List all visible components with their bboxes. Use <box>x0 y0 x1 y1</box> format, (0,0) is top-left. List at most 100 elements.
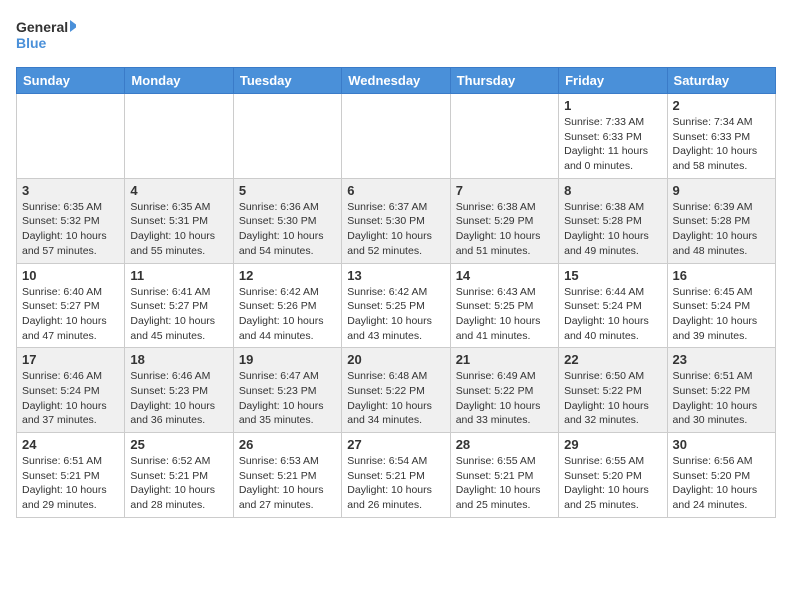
weekday-header-saturday: Saturday <box>667 68 775 94</box>
day-number: 21 <box>456 352 553 367</box>
day-number: 10 <box>22 268 119 283</box>
day-number: 6 <box>347 183 444 198</box>
day-number: 28 <box>456 437 553 452</box>
calendar-cell: 16Sunrise: 6:45 AM Sunset: 5:24 PM Dayli… <box>667 263 775 348</box>
day-info: Sunrise: 6:54 AM Sunset: 5:21 PM Dayligh… <box>347 454 444 513</box>
calendar-cell <box>450 94 558 179</box>
day-number: 1 <box>564 98 661 113</box>
calendar-cell: 15 Sunrise: 6:44 AM Sunset: 5:24 PM Dayli… <box>559 263 667 348</box>
calendar-cell <box>342 94 450 179</box>
weekday-header-tuesday: Tuesday <box>233 68 341 94</box>
calendar-cell: 3Sunrise: 6:35 AM Sunset: 5:32 PM Daylig… <box>17 178 125 263</box>
day-info: Sunrise: 6:40 AM Sunset: 5:27 PM Dayligh… <box>22 285 119 344</box>
day-number: 4 <box>130 183 227 198</box>
day-info: Sunrise: 6:42 AM Sunset: 5:25 PM Dayligh… <box>347 285 444 344</box>
day-number: 20 <box>347 352 444 367</box>
svg-text:Blue: Blue <box>16 35 47 51</box>
calendar-cell <box>125 94 233 179</box>
day-info: Sunrise: 6:46 AM Sunset: 5:24 PM Dayligh… <box>22 369 119 428</box>
day-number: 14 <box>456 268 553 283</box>
calendar-cell: 9Sunrise: 6:39 AM Sunset: 5:28 PM Daylig… <box>667 178 775 263</box>
day-number: 18 <box>130 352 227 367</box>
day-number: 24 <box>22 437 119 452</box>
calendar-cell: 5Sunrise: 6:36 AM Sunset: 5:30 PM Daylig… <box>233 178 341 263</box>
day-number: 30 <box>673 437 770 452</box>
day-info: Sunrise: 6:50 AM Sunset: 5:22 PM Dayligh… <box>564 369 661 428</box>
calendar-cell: 12 Sunrise: 6:42 AM Sunset: 5:26 PM Dayli… <box>233 263 341 348</box>
calendar-week-row: 24Sunrise: 6:51 AM Sunset: 5:21 PM Dayli… <box>17 433 776 518</box>
weekday-header-friday: Friday <box>559 68 667 94</box>
day-info: Sunrise: 6:35 AM Sunset: 5:31 PM Dayligh… <box>130 200 227 259</box>
day-number: 29 <box>564 437 661 452</box>
calendar-cell: 8 Sunrise: 6:38 AM Sunset: 5:28 PM Daylig… <box>559 178 667 263</box>
calendar-cell: 26 Sunrise: 6:53 AM Sunset: 5:21 PM Dayli… <box>233 433 341 518</box>
calendar-cell: 14 Sunrise: 6:43 AM Sunset: 5:25 PM Dayli… <box>450 263 558 348</box>
day-number: 22 <box>564 352 661 367</box>
calendar-week-row: 3Sunrise: 6:35 AM Sunset: 5:32 PM Daylig… <box>17 178 776 263</box>
calendar-week-row: 1 Sunrise: 7:33 AM Sunset: 6:33 PM Daylig… <box>17 94 776 179</box>
day-info: Sunrise: 6:43 AM Sunset: 5:25 PM Dayligh… <box>456 285 553 344</box>
day-info: Sunrise: 6:55 AM Sunset: 5:21 PM Dayligh… <box>456 454 553 513</box>
day-info: Sunrise: 6:53 AM Sunset: 5:21 PM Dayligh… <box>239 454 336 513</box>
day-number: 9 <box>673 183 770 198</box>
calendar-table: SundayMondayTuesdayWednesdayThursdayFrid… <box>16 67 776 518</box>
calendar-cell: 22 Sunrise: 6:50 AM Sunset: 5:22 PM Dayli… <box>559 348 667 433</box>
day-info: Sunrise: 6:46 AM Sunset: 5:23 PM Dayligh… <box>130 369 227 428</box>
calendar-cell: 18 Sunrise: 6:46 AM Sunset: 5:23 PM Dayli… <box>125 348 233 433</box>
day-number: 13 <box>347 268 444 283</box>
calendar-cell: 7Sunrise: 6:38 AM Sunset: 5:29 PM Daylig… <box>450 178 558 263</box>
day-info: Sunrise: 6:48 AM Sunset: 5:22 PM Dayligh… <box>347 369 444 428</box>
calendar-cell: 23 Sunrise: 6:51 AM Sunset: 5:22 PM Dayli… <box>667 348 775 433</box>
day-number: 26 <box>239 437 336 452</box>
calendar-cell: 19 Sunrise: 6:47 AM Sunset: 5:23 PM Dayli… <box>233 348 341 433</box>
calendar-cell: 6Sunrise: 6:37 AM Sunset: 5:30 PM Daylig… <box>342 178 450 263</box>
logo-svg: General Blue <box>16 16 76 57</box>
day-info: Sunrise: 6:41 AM Sunset: 5:27 PM Dayligh… <box>130 285 227 344</box>
calendar-cell <box>17 94 125 179</box>
day-number: 8 <box>564 183 661 198</box>
calendar-header-row: SundayMondayTuesdayWednesdayThursdayFrid… <box>17 68 776 94</box>
calendar-cell: 29Sunrise: 6:55 AM Sunset: 5:20 PM Dayli… <box>559 433 667 518</box>
day-info: Sunrise: 6:45 AM Sunset: 5:24 PM Dayligh… <box>673 285 770 344</box>
day-info: Sunrise: 6:56 AM Sunset: 5:20 PM Dayligh… <box>673 454 770 513</box>
day-number: 12 <box>239 268 336 283</box>
day-info: Sunrise: 6:38 AM Sunset: 5:28 PM Dayligh… <box>564 200 661 259</box>
calendar-cell: 13 Sunrise: 6:42 AM Sunset: 5:25 PM Dayli… <box>342 263 450 348</box>
day-info: Sunrise: 6:38 AM Sunset: 5:29 PM Dayligh… <box>456 200 553 259</box>
page-header: General Blue <box>16 16 776 57</box>
weekday-header-wednesday: Wednesday <box>342 68 450 94</box>
logo: General Blue <box>16 16 76 57</box>
calendar-cell: 10 Sunrise: 6:40 AM Sunset: 5:27 PM Dayli… <box>17 263 125 348</box>
day-number: 17 <box>22 352 119 367</box>
day-number: 11 <box>130 268 227 283</box>
day-info: Sunrise: 6:44 AM Sunset: 5:24 PM Dayligh… <box>564 285 661 344</box>
calendar-cell: 1 Sunrise: 7:33 AM Sunset: 6:33 PM Daylig… <box>559 94 667 179</box>
weekday-header-thursday: Thursday <box>450 68 558 94</box>
calendar-cell: 30 Sunrise: 6:56 AM Sunset: 5:20 PM Dayli… <box>667 433 775 518</box>
weekday-header-monday: Monday <box>125 68 233 94</box>
weekday-header-sunday: Sunday <box>17 68 125 94</box>
day-info: Sunrise: 7:33 AM Sunset: 6:33 PM Dayligh… <box>564 115 661 174</box>
day-number: 27 <box>347 437 444 452</box>
calendar-cell: 2Sunrise: 7:34 AM Sunset: 6:33 PM Daylig… <box>667 94 775 179</box>
calendar-week-row: 10 Sunrise: 6:40 AM Sunset: 5:27 PM Dayli… <box>17 263 776 348</box>
calendar-cell <box>233 94 341 179</box>
day-info: Sunrise: 6:36 AM Sunset: 5:30 PM Dayligh… <box>239 200 336 259</box>
calendar-cell: 24Sunrise: 6:51 AM Sunset: 5:21 PM Dayli… <box>17 433 125 518</box>
calendar-cell: 20 Sunrise: 6:48 AM Sunset: 5:22 PM Dayli… <box>342 348 450 433</box>
calendar-cell: 4 Sunrise: 6:35 AM Sunset: 5:31 PM Daylig… <box>125 178 233 263</box>
day-number: 23 <box>673 352 770 367</box>
day-info: Sunrise: 6:47 AM Sunset: 5:23 PM Dayligh… <box>239 369 336 428</box>
day-info: Sunrise: 6:51 AM Sunset: 5:22 PM Dayligh… <box>673 369 770 428</box>
calendar-cell: 11 Sunrise: 6:41 AM Sunset: 5:27 PM Dayli… <box>125 263 233 348</box>
day-info: Sunrise: 6:52 AM Sunset: 5:21 PM Dayligh… <box>130 454 227 513</box>
day-info: Sunrise: 6:35 AM Sunset: 5:32 PM Dayligh… <box>22 200 119 259</box>
calendar-cell: 17 Sunrise: 6:46 AM Sunset: 5:24 PM Dayli… <box>17 348 125 433</box>
day-number: 15 <box>564 268 661 283</box>
calendar-week-row: 17 Sunrise: 6:46 AM Sunset: 5:24 PM Dayli… <box>17 348 776 433</box>
day-number: 2 <box>673 98 770 113</box>
day-info: Sunrise: 6:42 AM Sunset: 5:26 PM Dayligh… <box>239 285 336 344</box>
calendar-cell: 28 Sunrise: 6:55 AM Sunset: 5:21 PM Dayli… <box>450 433 558 518</box>
calendar-cell: 21Sunrise: 6:49 AM Sunset: 5:22 PM Dayli… <box>450 348 558 433</box>
day-number: 19 <box>239 352 336 367</box>
